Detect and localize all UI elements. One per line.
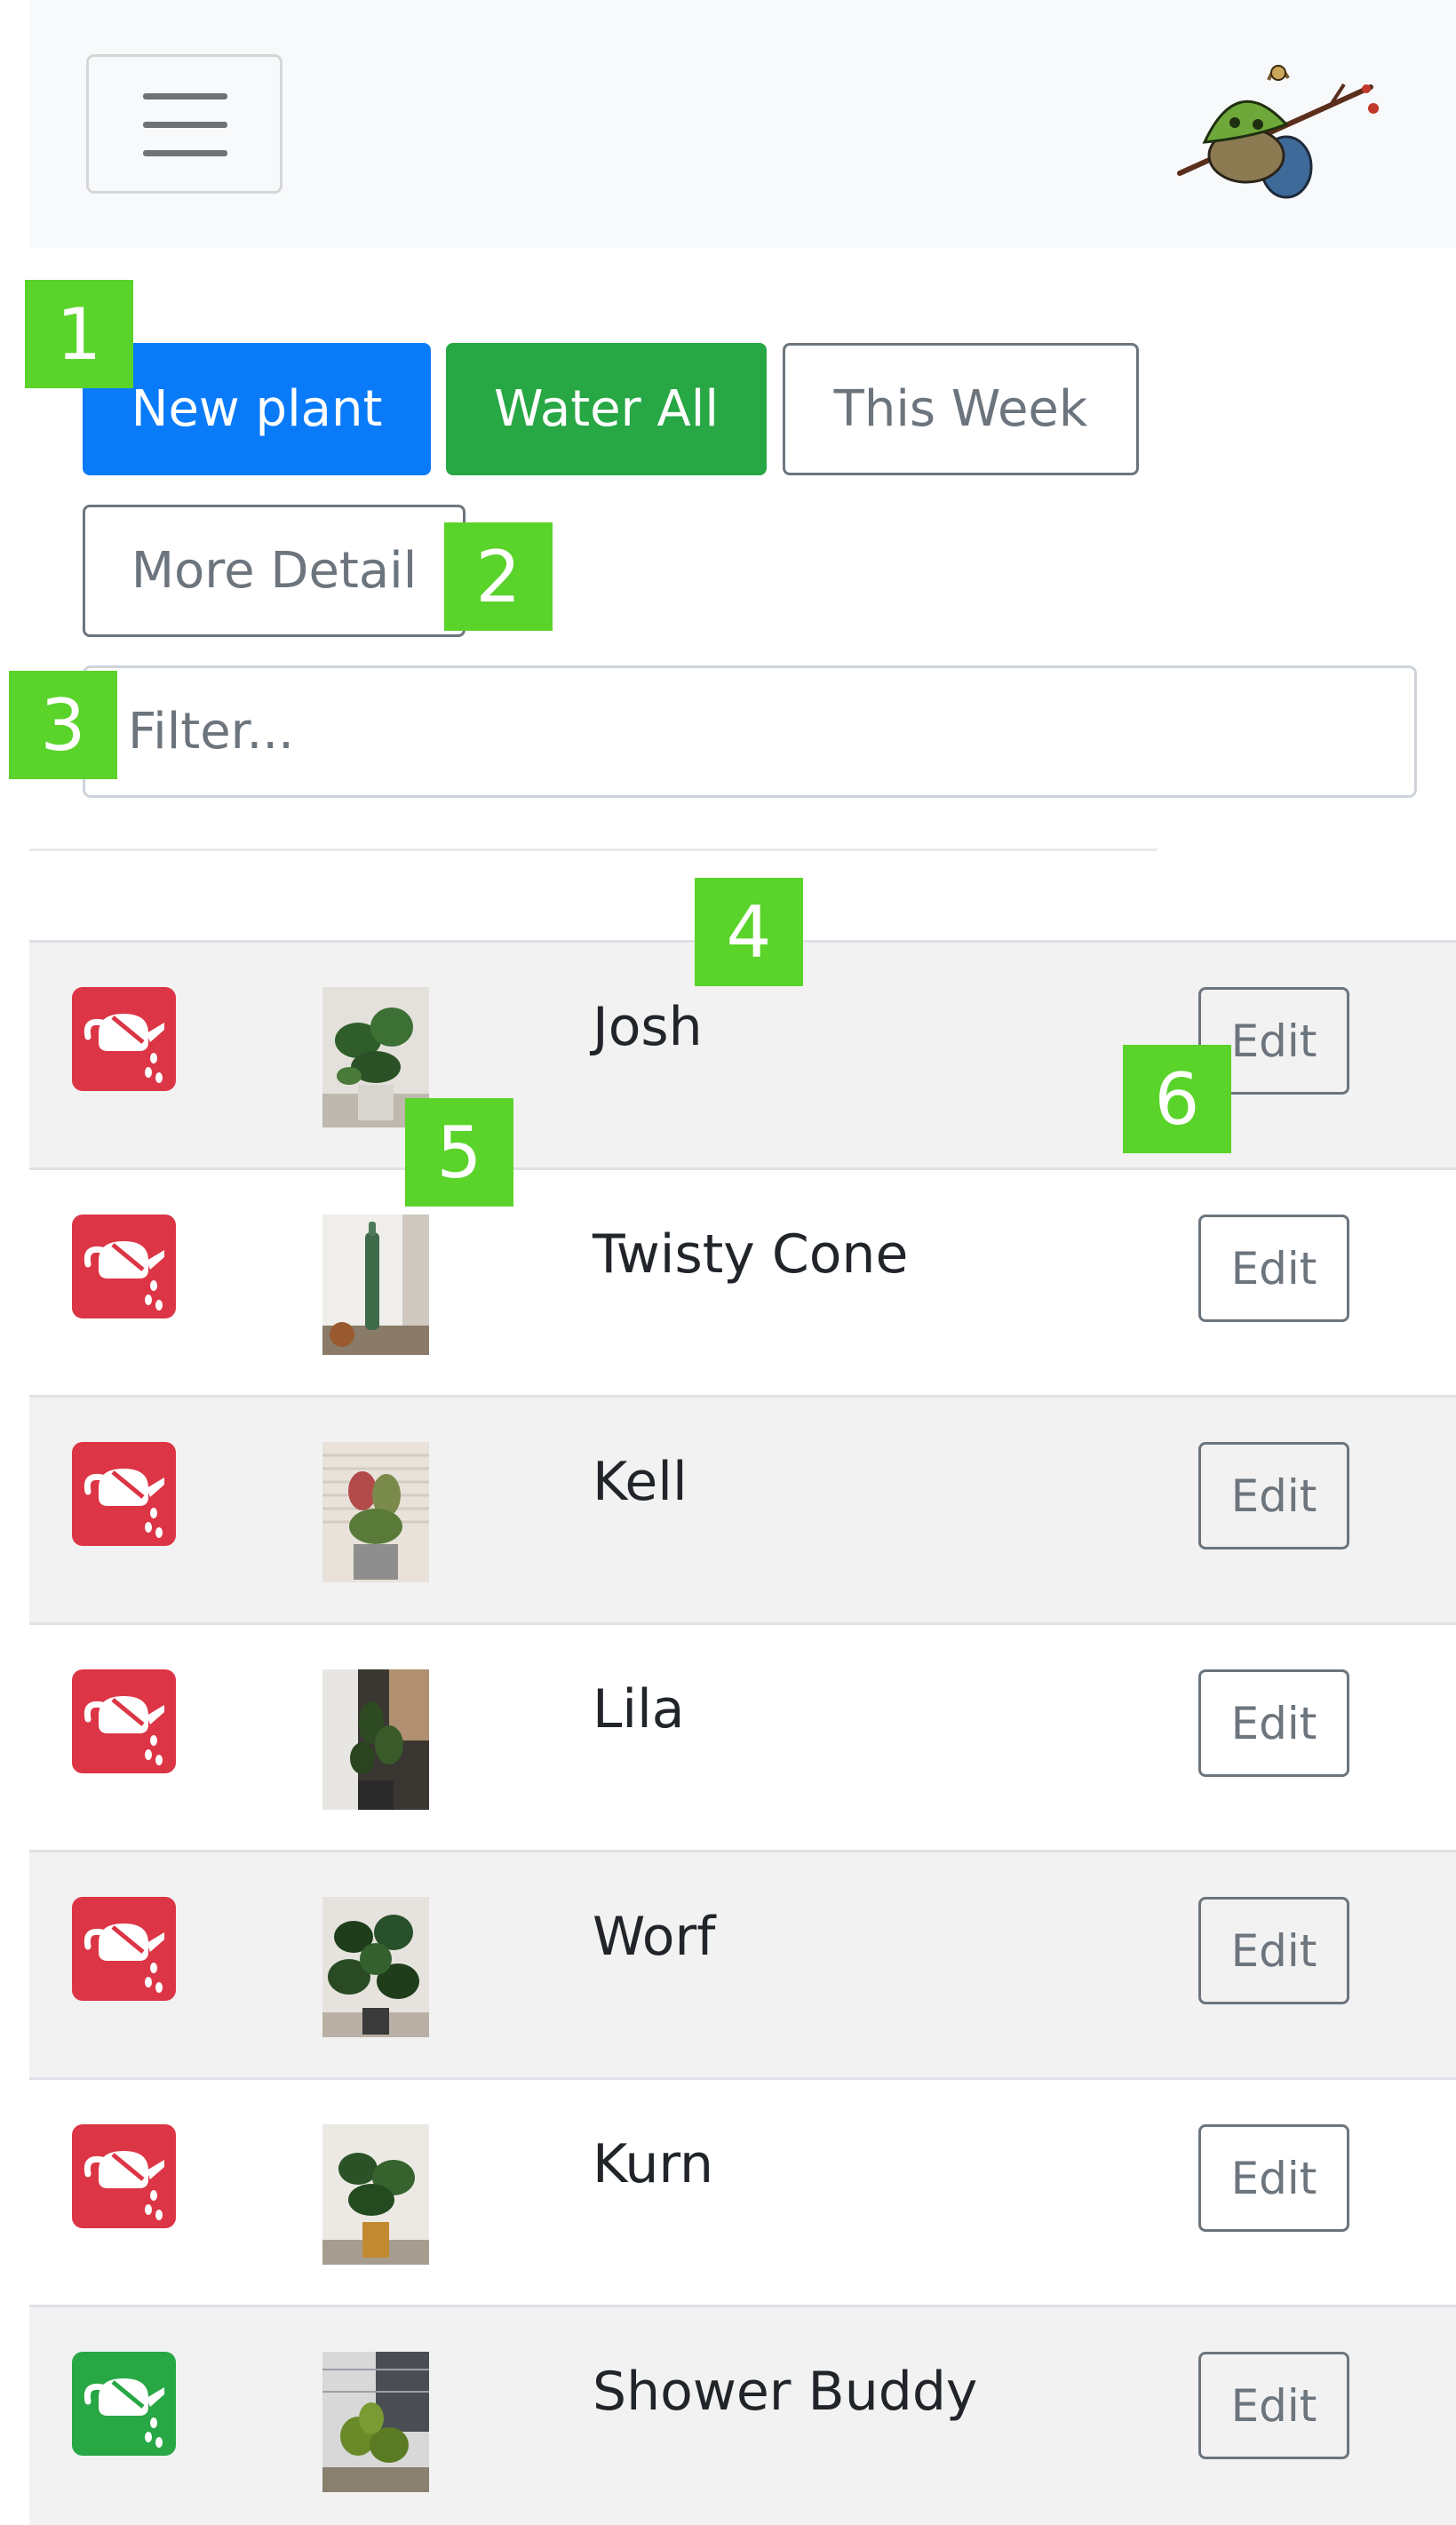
table-header bbox=[29, 848, 1158, 851]
edit-button[interactable]: Edit bbox=[1198, 1215, 1349, 1322]
marker-label: 2 bbox=[444, 522, 553, 631]
hamburger-bar bbox=[143, 93, 227, 100]
watering-can-icon[interactable] bbox=[72, 1897, 176, 2001]
plant-name: Kurn bbox=[593, 2133, 714, 2195]
watering-can-icon[interactable] bbox=[72, 2352, 176, 2456]
edit-button[interactable]: Edit bbox=[1198, 1897, 1349, 2004]
edit-button[interactable]: Edit bbox=[1198, 2352, 1349, 2459]
edit-button[interactable]: Edit bbox=[1198, 2124, 1349, 2232]
hamburger-menu-button[interactable] bbox=[86, 54, 282, 194]
plant-name: Josh bbox=[593, 996, 703, 1058]
marker-label: 6 bbox=[1123, 1045, 1231, 1153]
plant-name: Shower Buddy bbox=[593, 2361, 978, 2423]
marker-label: 1 bbox=[25, 280, 133, 388]
marker-label: 4 bbox=[695, 878, 803, 986]
plant-photo bbox=[322, 1897, 429, 2037]
plant-photo bbox=[322, 1215, 429, 1355]
plant-name: Lila bbox=[593, 1678, 685, 1740]
hamburger-bar bbox=[143, 150, 227, 156]
watering-can-icon[interactable] bbox=[72, 1215, 176, 1318]
plant-name: Twisty Cone bbox=[593, 1223, 909, 1286]
watering-can-icon[interactable] bbox=[72, 1442, 176, 1546]
table-row: Shower Buddy Edit bbox=[29, 2305, 1456, 2525]
hamburger-bar bbox=[143, 122, 227, 128]
new-plant-button[interactable]: New plant bbox=[83, 343, 431, 475]
watering-can-icon[interactable] bbox=[72, 2124, 176, 2228]
table-row: Kurn Edit bbox=[29, 2077, 1456, 2305]
table-row: Twisty Cone Edit bbox=[29, 1167, 1456, 1395]
marker-label: 3 bbox=[9, 671, 117, 779]
table-row: Worf Edit bbox=[29, 1850, 1456, 2077]
this-week-button[interactable]: This Week bbox=[783, 343, 1139, 475]
plant-photo bbox=[322, 1442, 429, 1582]
navbar bbox=[29, 0, 1456, 248]
plant-photo bbox=[322, 2352, 429, 2492]
plant-photo bbox=[322, 2124, 429, 2265]
plant-photo bbox=[322, 1669, 429, 1810]
filter-input[interactable] bbox=[83, 665, 1417, 798]
watering-can-icon[interactable] bbox=[72, 987, 176, 1091]
korok-logo-icon[interactable] bbox=[1153, 53, 1393, 213]
edit-button[interactable]: Edit bbox=[1198, 1442, 1349, 1549]
more-detail-button[interactable]: More Detail bbox=[83, 505, 465, 637]
table-row: Kell Edit bbox=[29, 1395, 1456, 1622]
water-all-button[interactable]: Water All bbox=[446, 343, 767, 475]
plant-name: Worf bbox=[593, 1906, 716, 1968]
page: New plant Water All This Week More Detai… bbox=[0, 0, 1456, 2525]
edit-button[interactable]: Edit bbox=[1198, 1669, 1349, 1777]
watering-can-icon[interactable] bbox=[72, 1669, 176, 1773]
marker-label: 5 bbox=[405, 1098, 513, 1207]
table-row: Lila Edit bbox=[29, 1622, 1456, 1850]
plant-name: Kell bbox=[593, 1451, 688, 1513]
